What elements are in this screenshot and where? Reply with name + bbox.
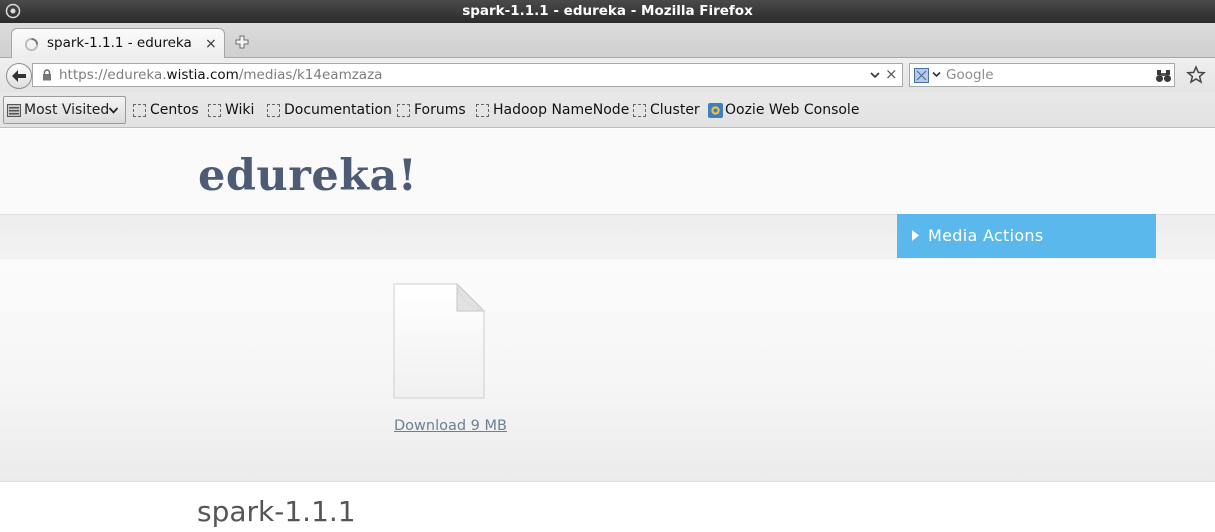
chevron-down-icon [108,107,119,114]
bookmark-page-icon [267,104,280,117]
search-input[interactable]: Google [946,67,994,83]
back-button[interactable] [6,63,32,89]
url-path: /medias/k14eamzaza [238,67,383,83]
media-actions-label: Media Actions [928,226,1044,245]
bookmark-label: Oozie Web Console [725,102,860,118]
bookmark-label: Documentation [284,102,392,118]
loading-icon [24,37,39,52]
tab-active[interactable]: spark-1.1.1 - edureka × [11,28,225,59]
most-visited-label: Most Visited [24,102,110,118]
media-actions-button[interactable]: Media Actions [897,214,1156,258]
bookmark-star-icon[interactable] [1186,65,1206,85]
lock-icon [43,69,51,81]
stop-button[interactable]: × [885,65,898,83]
url-prefix: https://edureka. [59,67,167,83]
url-bar[interactable]: https://edureka.wistia.com/medias/k14eam… [32,63,903,87]
window-titlebar: spark-1.1.1 - edureka - Mozilla Firefox [0,0,1215,23]
folder-icon [7,104,21,117]
new-tab-icon[interactable] [233,33,251,51]
bookmark-label: Centos [150,102,199,118]
bookmark-label: Hadoop NameNode [493,102,630,118]
bookmark-page-icon [476,104,489,117]
media-title: spark-1.1.1 [197,495,356,528]
tab-strip: spark-1.1.1 - edureka × [0,23,1215,59]
oozie-icon [708,103,723,118]
url-text[interactable]: https://edureka.wistia.com/medias/k14eam… [59,67,382,83]
site-header: edureka! [0,129,1215,214]
search-engine-icon[interactable] [914,68,929,83]
media-preview-area [0,259,1215,481]
bookmark-page-icon [633,104,646,117]
chevron-down-icon[interactable] [931,69,942,80]
bookmark-label: Cluster [650,102,700,118]
navigation-toolbar: https://edureka.wistia.com/medias/k14eam… [0,58,1215,92]
site-logo[interactable]: edureka! [198,151,417,201]
most-visited-button[interactable]: Most Visited [3,96,126,124]
section-divider [0,481,1215,482]
back-arrow-icon [12,70,26,82]
download-link[interactable]: Download 9 MB [394,418,507,434]
file-icon[interactable] [391,281,487,401]
bookmark-label: Wiki [225,102,255,118]
window-title: spark-1.1.1 - edureka - Mozilla Firefox [462,3,753,19]
caret-right-icon [912,230,919,241]
bookmarks-toolbar: Most Visited Centos Wiki Documentation F… [0,92,1215,128]
tab-label: spark-1.1.1 - edureka [47,35,192,51]
search-bar[interactable]: Google [909,63,1175,87]
bookmark-page-icon [133,104,146,117]
bookmark-label: Forums [414,102,466,118]
bookmark-page-icon [397,104,410,117]
bookmark-page-icon [208,104,221,117]
page-content: edureka! Media Actions Download 9 MB spa… [0,129,1215,532]
tab-close-button[interactable]: × [205,36,217,52]
url-host: wistia.com [166,67,239,83]
url-history-dropdown-icon[interactable] [868,68,882,82]
binoculars-icon[interactable] [1155,67,1172,84]
